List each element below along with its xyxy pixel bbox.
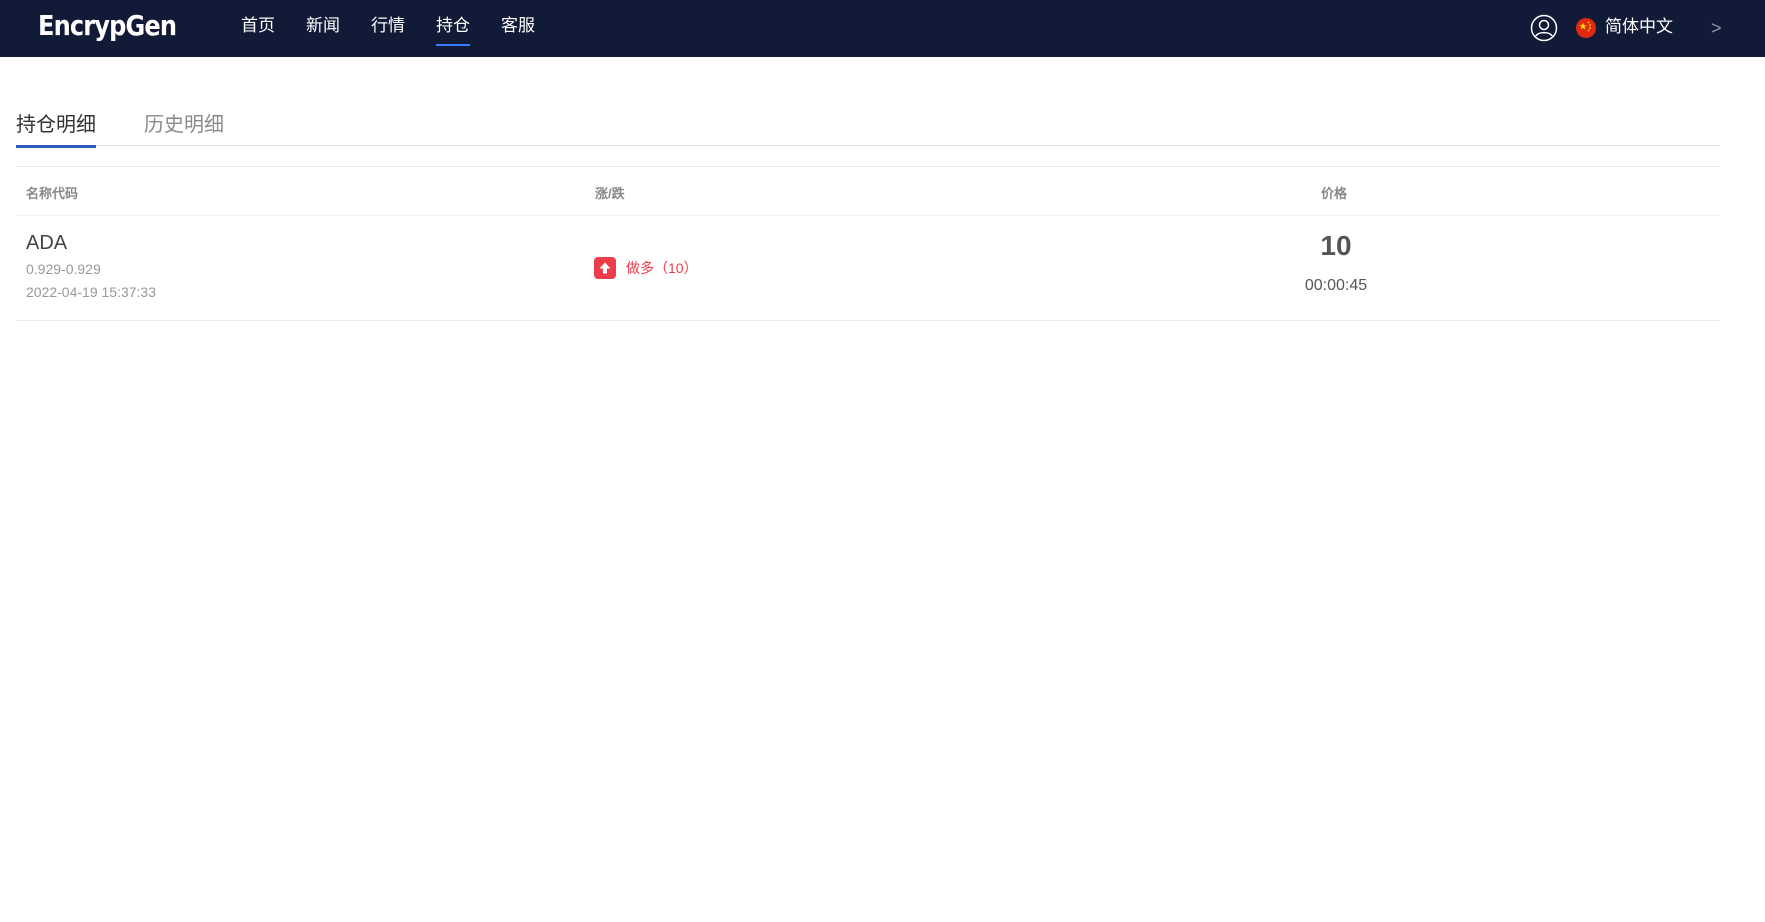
header-price: 价格 [1321, 186, 1348, 201]
user-icon[interactable] [1530, 14, 1558, 42]
position-tabs: 持仓明细 历史明细 [16, 109, 1720, 148]
tab-position-details[interactable]: 持仓明细 [16, 112, 96, 148]
header-name-code: 名称代码 [26, 186, 79, 201]
nav-item-positions[interactable]: 持仓 [436, 0, 470, 57]
table-header: 名称代码 涨/跌 价格 [16, 166, 1720, 216]
price-value: 10 [1320, 230, 1352, 261]
chevron-right-icon[interactable]: > [1711, 18, 1722, 38]
china-flag-icon [1576, 18, 1596, 38]
direction-label: 做多（10） [626, 260, 698, 276]
tab-history-details[interactable]: 历史明细 [144, 112, 224, 138]
nav-item-home[interactable]: 首页 [241, 0, 275, 57]
price-range: 0.929-0.929 [26, 261, 101, 277]
nav-item-market[interactable]: 行情 [371, 0, 405, 57]
main-nav: 首页 新闻 行情 持仓 客服 [241, 0, 566, 57]
positions-table: 名称代码 涨/跌 价格 ADA 0.929-0.929 2022-04-19 1… [16, 166, 1720, 321]
countdown-timer: 00:00:45 [1304, 277, 1368, 294]
arrow-up-icon [594, 257, 616, 279]
open-time: 2022-04-19 15:37:33 [26, 284, 156, 300]
direction: 做多（10） [594, 257, 698, 279]
nav-item-support[interactable]: 客服 [501, 0, 535, 57]
site-logo[interactable]: EncrypGen [38, 9, 177, 42]
table-row[interactable]: ADA 0.929-0.929 2022-04-19 15:37:33 做多（1… [16, 216, 1720, 321]
header-change: 涨/跌 [595, 186, 625, 201]
nav-item-news[interactable]: 新闻 [306, 0, 340, 57]
symbol: ADA [26, 232, 68, 254]
language-selector[interactable]: 简体中文 [1605, 16, 1673, 38]
top-navigation-bar: EncrypGen 首页 新闻 行情 持仓 客服 简体中文 > [0, 0, 1765, 57]
